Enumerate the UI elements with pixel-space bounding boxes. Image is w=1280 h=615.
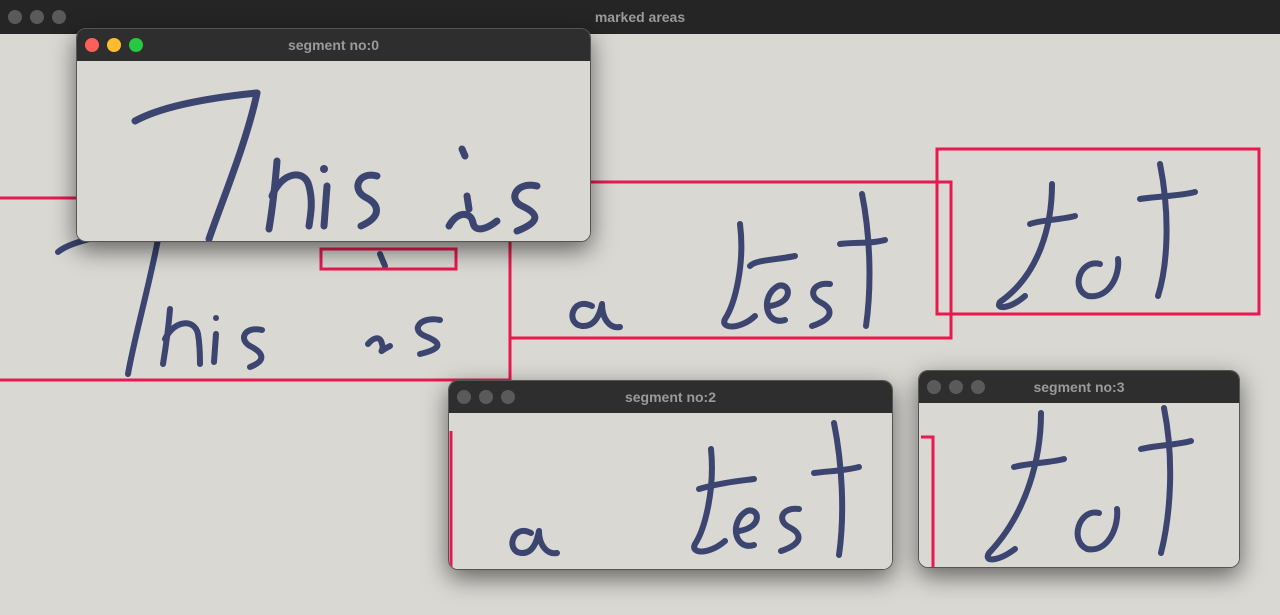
segment-window-2[interactable]: segment no:2 xyxy=(448,380,893,570)
close-button[interactable] xyxy=(85,38,99,52)
traffic-lights xyxy=(77,29,143,61)
window-title: segment no:0 xyxy=(287,37,379,53)
close-button[interactable] xyxy=(8,10,22,24)
handwritten-test xyxy=(691,420,862,558)
marked-area-1 xyxy=(319,247,458,271)
zoom-button[interactable] xyxy=(501,390,515,404)
minimize-button[interactable] xyxy=(30,10,44,24)
handwritten-a xyxy=(509,527,560,557)
handwriting-canvas xyxy=(131,89,541,241)
zoom-button[interactable] xyxy=(52,10,66,24)
segment-0-image xyxy=(77,61,590,241)
ink-dot xyxy=(213,315,219,321)
window-title: marked areas xyxy=(594,9,686,25)
handwritten-test xyxy=(721,191,888,330)
handwriting-canvas xyxy=(449,420,862,569)
window-title: segment no:3 xyxy=(1033,379,1125,395)
handwritten-this xyxy=(131,89,381,241)
zoom-button[interactable] xyxy=(129,38,143,52)
window-title: segment no:2 xyxy=(624,389,716,405)
handwritten-is xyxy=(445,145,541,235)
segment-3-image xyxy=(919,403,1239,567)
minimize-button[interactable] xyxy=(107,38,121,52)
close-button[interactable] xyxy=(457,390,471,404)
segment-3-titlebar[interactable]: segment no:3 xyxy=(919,371,1239,403)
handwritten-this xyxy=(55,226,265,377)
traffic-lights xyxy=(0,0,66,34)
handwriting-canvas xyxy=(921,405,1194,567)
close-button[interactable] xyxy=(927,380,941,394)
segment-window-3[interactable]: segment no:3 xyxy=(918,370,1240,568)
traffic-lights xyxy=(919,371,985,403)
traffic-lights xyxy=(449,381,515,413)
zoom-button[interactable] xyxy=(971,380,985,394)
segment-2-titlebar[interactable]: segment no:2 xyxy=(449,381,892,413)
handwritten-text xyxy=(996,161,1198,311)
handwritten-text xyxy=(984,405,1194,563)
handwritten-a xyxy=(569,300,623,331)
marked-area-3 xyxy=(935,147,1261,316)
minimize-button[interactable] xyxy=(479,390,493,404)
marked-area-edge xyxy=(921,435,935,567)
minimize-button[interactable] xyxy=(949,380,963,394)
segment-0-titlebar[interactable]: segment no:0 xyxy=(77,29,590,61)
segment-window-0[interactable]: segment no:0 xyxy=(76,28,591,242)
segment-2-image xyxy=(449,413,892,569)
